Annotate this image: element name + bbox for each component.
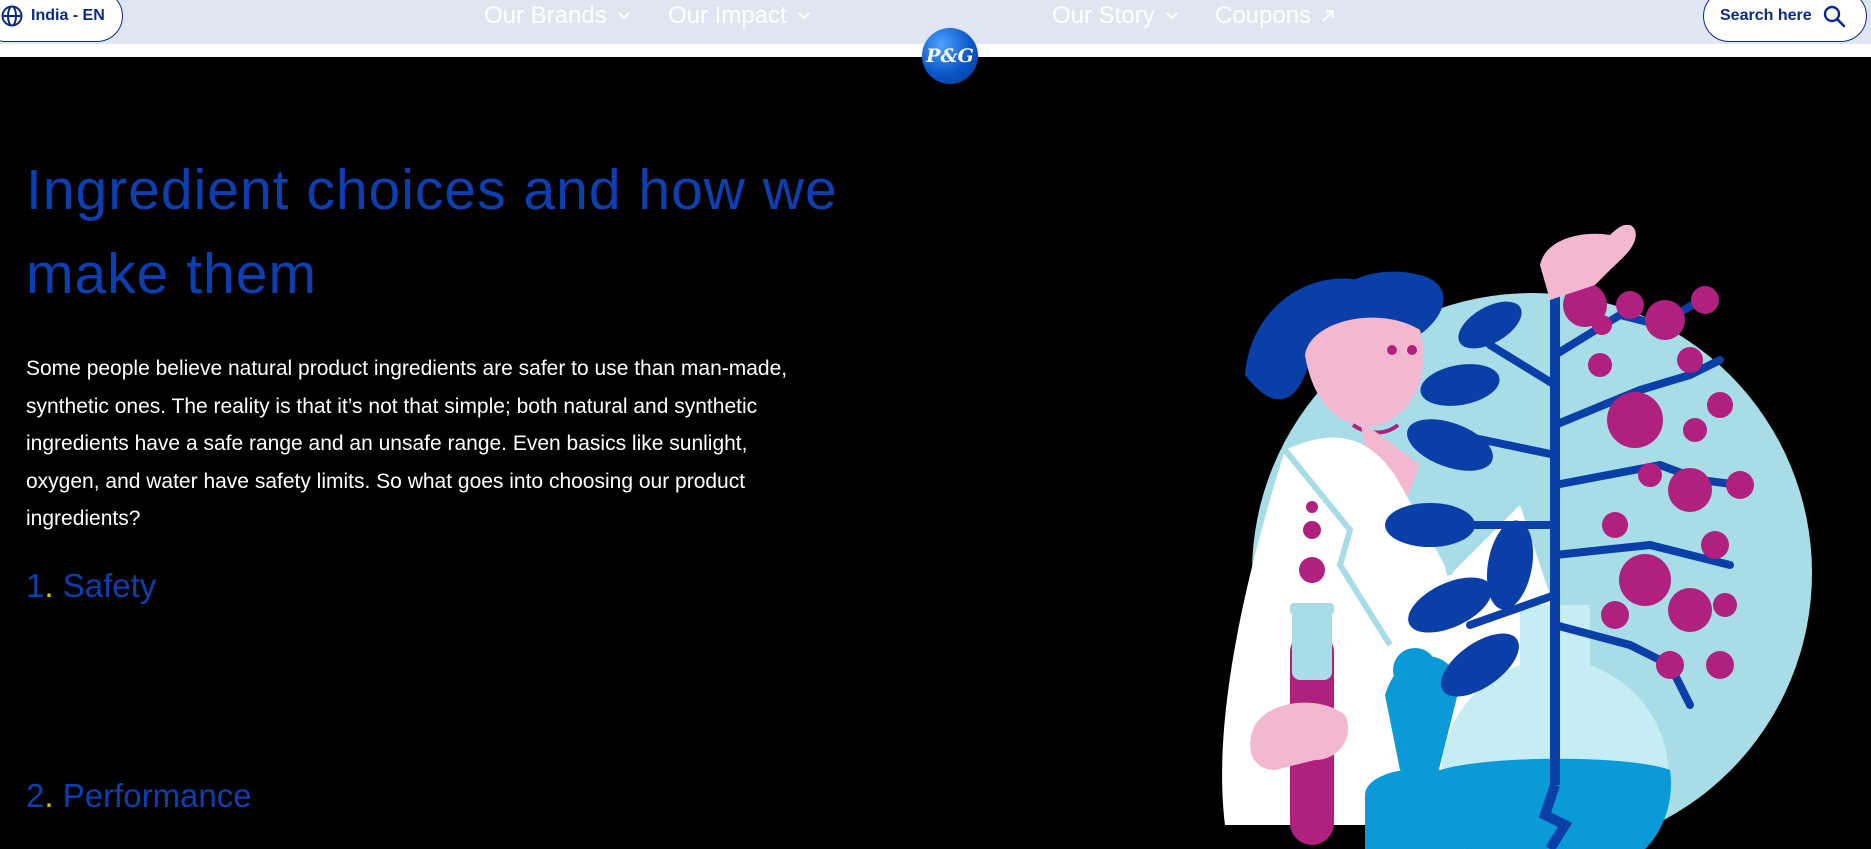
pg-logo[interactable]: P&G: [922, 28, 978, 84]
nav-our-story[interactable]: Our Story: [1052, 2, 1179, 30]
search-label: Search here: [1720, 7, 1812, 24]
nav-coupons[interactable]: Coupons: [1215, 2, 1335, 30]
section-number: 1: [26, 567, 45, 604]
nav-coupons-label: Coupons: [1215, 2, 1312, 29]
chevron-down-icon: [618, 12, 630, 20]
logo-text: P&G: [926, 45, 974, 67]
chevron-down-icon: [797, 12, 810, 20]
section-dot: .: [44, 777, 54, 814]
page-title: Ingredient choices and how we make them: [26, 158, 838, 306]
nav-our-impact[interactable]: Our Impact: [668, 2, 811, 30]
nav-our-brands-label: Our Brands: [484, 2, 607, 29]
language-selector[interactable]: India - EN: [0, 0, 123, 42]
chevron-down-icon: [1165, 12, 1178, 20]
section-label: Safety: [53, 567, 157, 604]
nav-our-story-label: Our Story: [1052, 2, 1155, 29]
arrow-up-right-icon: [1322, 10, 1335, 22]
intro-paragraph: Some people believe natural product ingr…: [26, 357, 788, 530]
section-safety[interactable]: 1. Safety: [26, 567, 156, 605]
nav-our-impact-label: Our Impact: [668, 2, 787, 29]
section-label: Performance: [53, 777, 252, 814]
search-button[interactable]: Search here: [1703, 0, 1867, 42]
section-dot: .: [44, 567, 54, 604]
language-label: India - EN: [31, 7, 105, 24]
search-icon: [1823, 5, 1845, 28]
section-number: 2: [26, 777, 45, 814]
nav-our-brands[interactable]: Our Brands: [484, 2, 631, 30]
scientist-illustration: [1222, 225, 1812, 849]
section-performance[interactable]: 2. Performance: [26, 777, 252, 815]
globe-icon: [1, 5, 23, 27]
